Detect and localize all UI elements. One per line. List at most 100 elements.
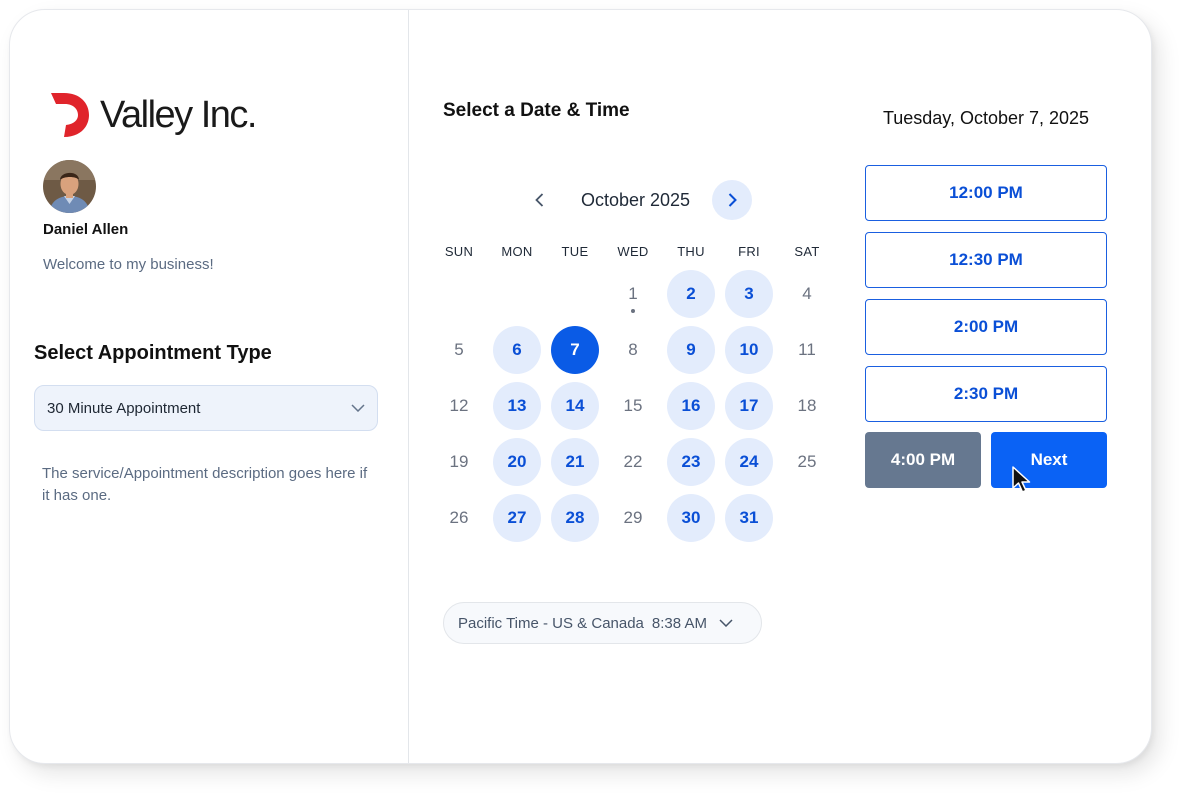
brand-name: Valley Inc. [100,94,257,136]
calendar-week: 12 13 14 15 16 17 18 [430,378,850,434]
selected-time-slot[interactable]: 4:00 PM [865,432,981,488]
calendar-cell: 2 [662,266,720,322]
person-avatar-icon [43,160,96,213]
calendar-week: 5 6 7 8 9 10 11 [430,322,850,378]
host-name: Daniel Allen [43,221,129,238]
weekday-label: FRI [738,244,760,259]
calendar-cell: 16 [662,378,720,434]
calendar-week: 26 27 28 29 30 31 [430,490,850,546]
timezone-name: Pacific Time - US & Canada [458,614,644,632]
calendar-cell: 6 [488,322,546,378]
month-navigation: October 2025 [519,180,752,220]
calendar-cell: 17 [720,378,778,434]
brand-logo: Valley Inc. [50,92,257,138]
calendar-day-available[interactable]: 20 [493,438,541,486]
welcome-message: Welcome to my business! [43,256,214,273]
calendar-cell: 22 [604,434,662,490]
calendar-cell: 24 [720,434,778,490]
calendar-day-selected[interactable]: 7 [551,326,599,374]
time-slot[interactable]: 12:00 PM [865,165,1107,221]
calendar-cell: 20 [488,434,546,490]
calendar-day-available[interactable]: 27 [493,494,541,542]
calendar-cell: 11 [778,322,836,378]
weekday-label: TUE [561,244,589,259]
calendar-day: 26 [449,508,469,527]
calendar-day: 18 [797,396,817,415]
calendar-cell: 25 [778,434,836,490]
calendar-cell: 15 [604,378,662,434]
calendar-day-available[interactable]: 23 [667,438,715,486]
appointment-type-select[interactable]: 30 Minute Appointment [34,385,378,431]
calendar-cell: 18 [778,378,836,434]
calendar-cell: 26 [430,490,488,546]
calendar-day-available[interactable]: 21 [551,438,599,486]
calendar-day: 12 [449,396,469,415]
calendar-cell: 12 [430,378,488,434]
calendar-day-available[interactable]: 3 [725,270,773,318]
calendar-day: 5 [454,340,464,359]
calendar-cell: 7 [546,322,604,378]
calendar-cell [546,266,604,322]
calendar-day: 4 [802,284,812,303]
calendar-cell [488,266,546,322]
chevron-left-icon [534,193,543,207]
calendar-cell: 21 [546,434,604,490]
calendar-day: 25 [797,452,817,471]
avatar [43,160,96,213]
today-indicator-dot [631,309,635,313]
calendar-day: 22 [623,452,643,471]
weekday-label: SUN [444,244,474,259]
calendar-day-available[interactable]: 16 [667,382,715,430]
calendar-day-available[interactable]: 10 [725,326,773,374]
calendar-heading: Select a Date & Time [443,100,630,121]
calendar-grid: 1 2 3 4 5 6 7 8 9 10 11 12 13 14 15 16 17 18 19 20 21 22 23 24 2… [430,266,850,546]
mouse-pointer-icon [1012,466,1031,493]
weekday-header: SUN MON TUE WED THU FRI SAT [430,244,850,259]
calendar-day: 8 [628,340,638,359]
calendar-day: 11 [798,340,816,359]
calendar-day: 19 [449,452,469,471]
weekday-label: SAT [794,244,820,259]
calendar-day-available[interactable]: 2 [667,270,715,318]
chevron-right-icon [728,193,737,207]
calendar-cell: 1 [604,266,662,322]
calendar-day-available[interactable]: 13 [493,382,541,430]
previous-month-button[interactable] [519,180,559,220]
calendar-day-available[interactable]: 28 [551,494,599,542]
calendar-cell: 23 [662,434,720,490]
chevron-down-icon [351,404,365,412]
calendar-day-available[interactable]: 30 [667,494,715,542]
next-button[interactable]: Next [991,432,1107,488]
time-slot[interactable]: 12:30 PM [865,232,1107,288]
appointment-type-heading: Select Appointment Type [34,342,272,364]
calendar-cell: 30 [662,490,720,546]
calendar-day-available[interactable]: 17 [725,382,773,430]
time-slot[interactable]: 2:30 PM [865,366,1107,422]
calendar-cell: 29 [604,490,662,546]
scheduler-card: Valley Inc. Daniel Allen Welcome to my b… [9,9,1152,764]
calendar-week: 19 20 21 22 23 24 25 [430,434,850,490]
calendar-cell: 3 [720,266,778,322]
calendar-day-available[interactable]: 6 [493,326,541,374]
time-slot[interactable]: 2:00 PM [865,299,1107,355]
calendar-day-available[interactable]: 31 [725,494,773,542]
calendar-day-available[interactable]: 24 [725,438,773,486]
calendar-day-available[interactable]: 9 [667,326,715,374]
chevron-down-icon [719,619,733,627]
calendar-cell: 9 [662,322,720,378]
calendar-cell: 4 [778,266,836,322]
weekday-label: THU [677,244,705,259]
calendar-cell: 5 [430,322,488,378]
calendar-cell: 10 [720,322,778,378]
timezone-select[interactable]: Pacific Time - US & Canada 8:38 AM [443,602,762,644]
calendar-week: 123 4 [430,266,850,322]
calendar-cell: 13 [488,378,546,434]
calendar-day: 15 [623,396,643,415]
weekday-label: WED [617,244,649,259]
calendar-day-available[interactable]: 14 [551,382,599,430]
next-month-button[interactable] [712,180,752,220]
calendar-cell [778,490,836,546]
panel-divider [408,10,409,763]
calendar-cell: 27 [488,490,546,546]
weekday-label: MON [501,244,533,259]
